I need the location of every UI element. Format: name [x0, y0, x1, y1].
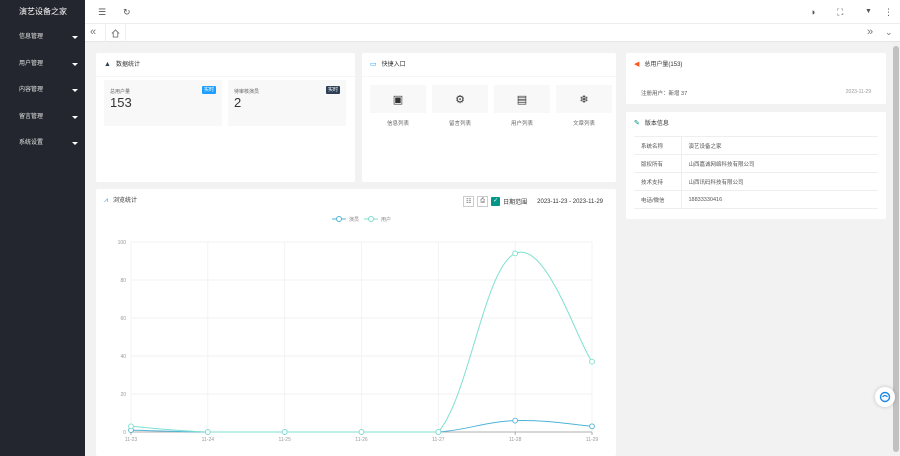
chevron-down-icon [72, 89, 78, 92]
floating-help-button[interactable] [875, 387, 895, 407]
fullscreen-icon[interactable]: ⛶ [837, 5, 843, 19]
chat-icon [879, 391, 891, 403]
scrollbar-thumb[interactable] [893, 46, 899, 452]
data-point [358, 429, 365, 435]
date-range-label: 日期范围 [503, 200, 528, 206]
data-point [512, 250, 519, 257]
sidebar-item-info[interactable]: 信息管理 [0, 24, 85, 51]
y-tick-label: 80 [120, 278, 126, 284]
data-point [435, 429, 442, 435]
tab-bar: « » ⌄ [85, 24, 900, 42]
legend-label: 演员 [349, 216, 359, 223]
x-tick-label: 11-29 [586, 437, 599, 443]
chevron-down-icon [72, 36, 78, 39]
data-point [204, 429, 211, 435]
y-tick-label: 0 [123, 430, 126, 436]
sidebar-item-content[interactable]: 内容管理 [0, 77, 85, 104]
y-tick-label: 40 [120, 354, 126, 360]
data-point [512, 417, 519, 424]
x-tick-label: 11-27 [432, 437, 445, 443]
warning-icon: ▲ [104, 60, 111, 68]
status-badge: 实时 [325, 86, 340, 94]
export-button[interactable]: ⎙ [477, 196, 489, 207]
version-card: ✎ 版本信息 系统名称 演艺设备之家 版权所有 山西嘉诚网络科技有限公司 技术支… [626, 112, 886, 219]
status-badge: 实时 [201, 86, 216, 94]
traffic-card: ⩘ 浏览统计 ☷ ⎙ ✓ 日期范围 2023-11-23 - 2023-11-2… [96, 189, 616, 456]
x-tick-label: 11-23 [125, 437, 138, 443]
sidebar-item-label: 系统设置 [19, 140, 44, 146]
card-title: 浏览统计 [112, 198, 137, 204]
card-title: 总用户量(153) [644, 62, 683, 68]
chart-icon: ⩘ [104, 197, 108, 204]
y-tick-label: 20 [120, 392, 126, 398]
legend-marker [368, 216, 374, 222]
tab-prev-icon[interactable]: « [90, 26, 96, 39]
tab-next-icon[interactable]: » [867, 26, 873, 39]
sidebar-item-label: 信息管理 [19, 34, 44, 40]
file-icon: ▤ [494, 85, 550, 113]
table-row: 技术支持 山西讯码科技有限公司 [634, 172, 878, 191]
theme-icon[interactable]: ◑ [810, 5, 815, 19]
card-title: 版本信息 [644, 121, 669, 127]
top-bar: ☰ ↻ ◑ ⛶ ▼ ⋮ [85, 0, 900, 24]
gears-icon: ⚙ [432, 85, 488, 113]
menu-toggle-icon[interactable]: ☰ [98, 5, 106, 19]
traffic-line-chart: 0 20 40 60 80 100 11-23 11-24 11-25 11-26 11-27 11-… [118, 216, 599, 443]
sidebar-item-settings[interactable]: 系统设置 [0, 130, 85, 157]
window-icon: ▣ [370, 85, 426, 113]
table-view-button[interactable]: ☷ [463, 196, 475, 207]
x-tick-label: 11-28 [509, 437, 522, 443]
snowflake-icon: ❄ [556, 85, 612, 113]
stat-pending-actors: 待审核演员 2 实时 [228, 80, 346, 126]
y-tick-label: 100 [118, 240, 127, 246]
card-title: 快捷入口 [381, 61, 406, 68]
user-dropdown-icon[interactable]: ▼ [865, 5, 872, 19]
user-total-card: ◀ 总用户量(153) 注册用户：新增 37 2023-11-29 [626, 53, 886, 104]
version-table: 系统名称 演艺设备之家 版权所有 山西嘉诚网络科技有限公司 技术支持 山西讯码科… [634, 136, 878, 209]
legend-label: 用户 [381, 216, 391, 223]
sidebar: 演艺设备之家 信息管理 用户管理 内容管理 留言管理 系统设置 [0, 0, 85, 456]
data-point [589, 358, 595, 365]
quick-link-info-list[interactable]: ▣ 信息列表 [370, 85, 426, 127]
tab-menu-icon[interactable]: ⌄ [885, 26, 893, 39]
data-point [281, 429, 288, 435]
legend-marker [336, 216, 342, 222]
app-title: 演艺设备之家 [19, 7, 67, 16]
date-range-checkbox[interactable]: ✓ [491, 197, 501, 206]
x-tick-label: 11-24 [202, 437, 215, 443]
sidebar-item-label: 内容管理 [19, 87, 44, 93]
chevron-down-icon [72, 62, 78, 66]
table-row: 电话/微信 18833330416 [634, 190, 878, 209]
data-point [128, 423, 134, 430]
table-row: 版权所有 山西嘉诚网络科技有限公司 [634, 154, 878, 173]
quick-link-article-list[interactable]: ❄ 文章列表 [556, 85, 612, 127]
chevron-down-icon [72, 115, 78, 119]
stats-card: ▲ 数据统计 总用户量 153 实时 待审核演员 2 实时 [96, 53, 355, 182]
sidebar-item-label: 留言管理 [19, 113, 44, 120]
quick-link-user-list[interactable]: ▤ 用户列表 [494, 85, 550, 127]
tab-home[interactable] [105, 24, 126, 42]
sidebar-item-users[interactable]: 用户管理 [0, 51, 85, 78]
edit-icon: ✎ [634, 120, 640, 127]
megaphone-icon: ◀ [634, 61, 640, 68]
sidebar-item-messages[interactable]: 留言管理 [0, 104, 85, 131]
stat-total-users: 总用户量 153 实时 [104, 80, 222, 126]
table-row: 系统名称 演艺设备之家 [634, 136, 878, 155]
chevron-down-icon [72, 142, 78, 145]
more-icon[interactable]: ⋮ [884, 5, 893, 19]
sidebar-item-label: 用户管理 [19, 60, 44, 67]
card-title: 数据统计 [115, 61, 140, 68]
y-tick-label: 60 [120, 316, 126, 322]
quick-entry-card: ▭ 快捷入口 ▣ 信息列表 ⚙ 留言列表 ▤ 用户列表 ❄ 文章列表 [362, 53, 616, 182]
quick-link-message-list[interactable]: ⚙ 留言列表 [432, 85, 488, 127]
x-tick-label: 11-26 [355, 437, 368, 443]
card-icon: ▭ [370, 60, 377, 68]
home-icon [111, 28, 120, 38]
registered-users-date: 2023-11-29 [845, 89, 871, 95]
refresh-icon[interactable]: ↻ [123, 5, 131, 19]
registered-users-label: 注册用户：新增 37 [641, 91, 688, 97]
x-tick-label: 11-25 [278, 437, 291, 443]
data-point [589, 423, 595, 430]
date-range-input[interactable]: 2023-11-23 - 2023-11-29 [537, 199, 603, 205]
